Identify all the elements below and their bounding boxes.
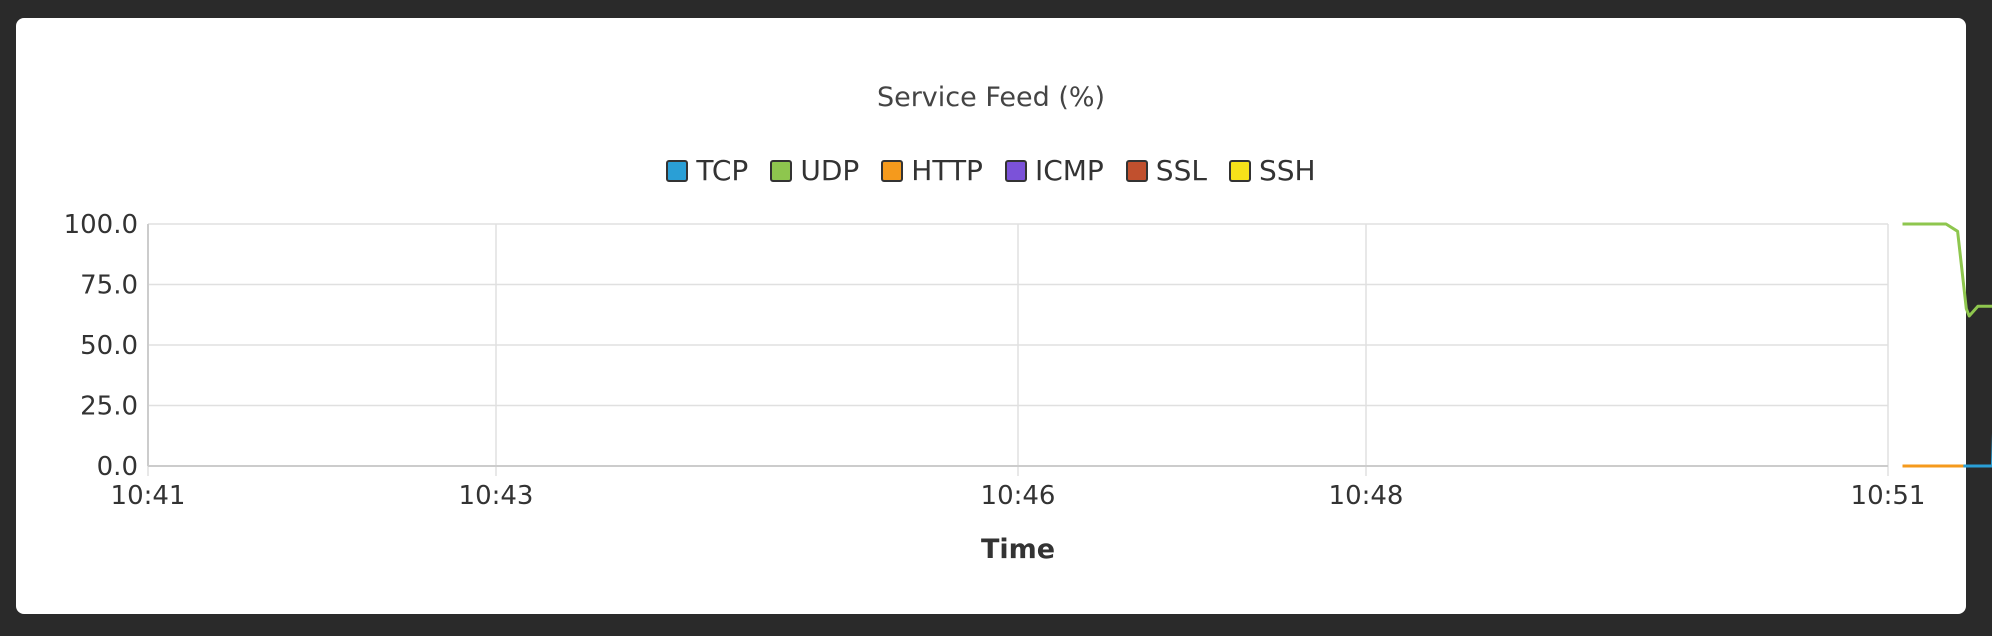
line-chart: 100.0 75.0 50.0 25.0 0.010:41 10:43 10:46 10:48… — [64, 210, 1992, 565]
x-tick-label: 10:48 — [1329, 481, 1404, 511]
y-tick-label: 0.0 — [97, 452, 138, 482]
x-tick-label: 10:43 — [459, 481, 534, 511]
series-line-icmp — [1902, 464, 1992, 468]
series-line-ssl — [1902, 450, 1992, 468]
x-axis-title: Time — [981, 534, 1055, 565]
x-tick-label: 10:41 — [111, 481, 186, 511]
x-tick-label: 10:51 — [1851, 481, 1926, 511]
y-tick-label: 75.0 — [80, 271, 138, 301]
y-tick-label: 100.0 — [64, 210, 138, 240]
series-line-udp — [1902, 222, 1992, 318]
y-tick-label: 50.0 — [80, 331, 138, 361]
y-tick-label: 25.0 — [80, 392, 138, 422]
x-tick-label: 10:46 — [981, 481, 1056, 511]
series-line-tcp — [1963, 432, 1992, 468]
